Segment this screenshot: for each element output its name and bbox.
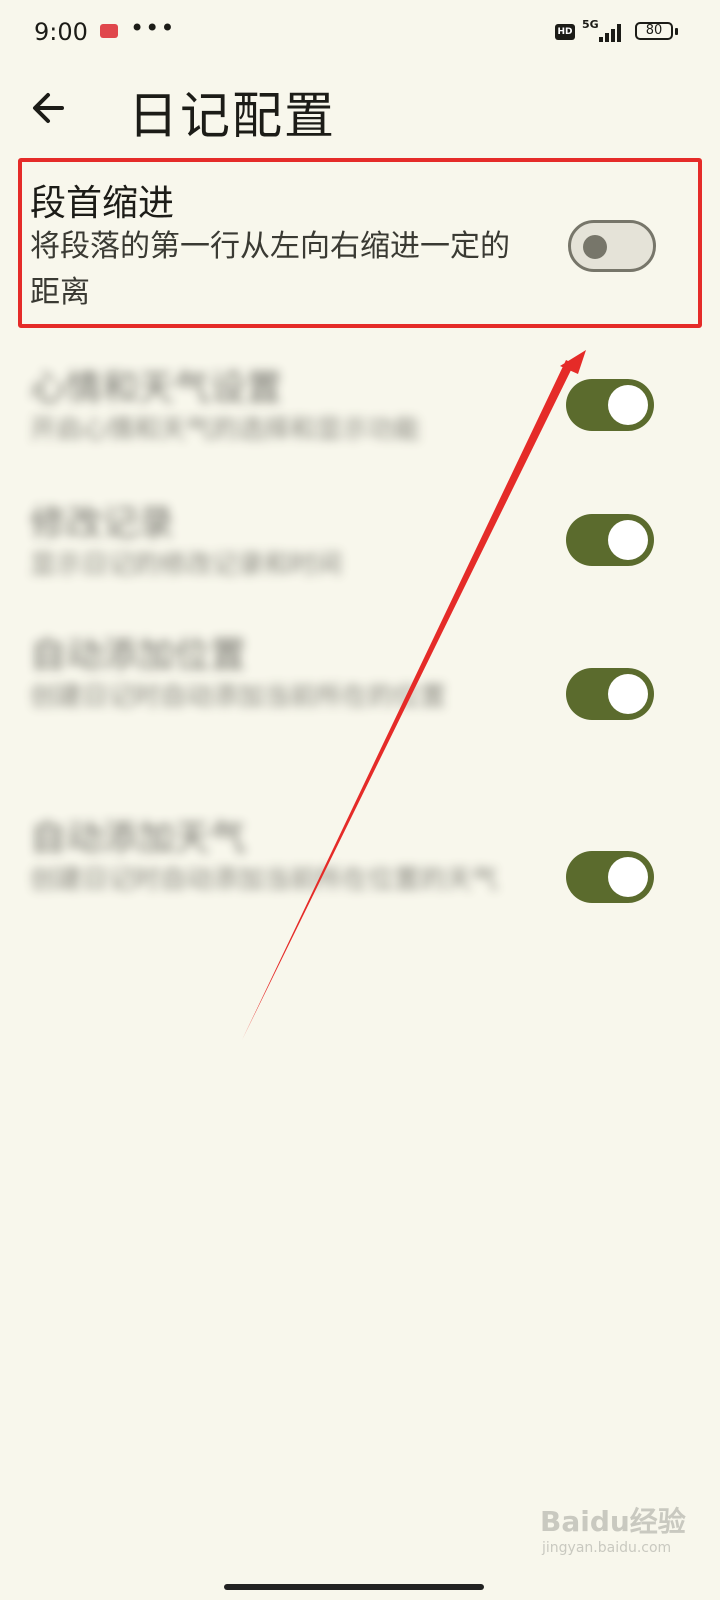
edit-history-toggle[interactable] xyxy=(566,514,654,566)
home-indicator[interactable] xyxy=(224,1584,484,1590)
status-time: 9:00 xyxy=(34,18,88,46)
setting-row-mood-weather[interactable]: 心情和天气设置 开启心情和天气的选择和显示功能 xyxy=(0,355,720,465)
setting-description: 创建日记时自动添加当前所在位置的天气 xyxy=(30,865,499,895)
indent-toggle[interactable] xyxy=(568,220,656,272)
setting-title: 自动添加天气 xyxy=(30,818,247,859)
watermark-url: jingyan.baidu.com xyxy=(542,1540,672,1556)
page-title: 日记配置 xyxy=(128,87,336,145)
toggle-knob xyxy=(608,674,648,714)
auto-weather-toggle[interactable] xyxy=(566,851,654,903)
setting-title: 心情和天气设置 xyxy=(30,368,283,409)
hd-icon: HD xyxy=(555,24,575,40)
toggle-knob xyxy=(583,235,607,259)
setting-row-auto-weather[interactable]: 自动添加天气 创建日记时自动添加当前所在位置的天气 xyxy=(0,805,720,965)
setting-description: 显示日记的修改记录和时间 xyxy=(30,550,343,580)
arrow-left-icon xyxy=(33,93,64,123)
signal-icon xyxy=(599,22,625,42)
toggle-knob xyxy=(608,857,648,897)
setting-row-indent[interactable]: 段首缩进 将段落的第一行从左向右缩进一定的距离 xyxy=(0,166,720,326)
auto-location-toggle[interactable] xyxy=(566,668,654,720)
setting-row-auto-location[interactable]: 自动添加位置 创建日记时自动添加当前所在的位置 xyxy=(0,622,720,782)
setting-row-edit-history[interactable]: 修改记录 显示日记的修改记录和时间 xyxy=(0,490,720,600)
battery-icon: 80 xyxy=(635,22,673,40)
battery-tip xyxy=(675,28,678,35)
toggle-knob xyxy=(608,385,648,425)
network-type: 5G xyxy=(582,18,599,31)
setting-description: 创建日记时自动添加当前所在的位置 xyxy=(30,682,447,712)
more-notifications-icon: ••• xyxy=(130,14,176,42)
mood-weather-toggle[interactable] xyxy=(566,379,654,431)
back-button[interactable] xyxy=(28,86,72,130)
status-bar: 9:00 ••• HD 5G 80 xyxy=(0,0,720,66)
watermark-logo: Baidu经验 xyxy=(540,1505,686,1538)
setting-description: 将段落的第一行从左向右缩进一定的距离 xyxy=(30,229,510,310)
app-notification-icon xyxy=(100,24,118,38)
setting-title: 自动添加位置 xyxy=(30,635,247,676)
setting-description: 开启心情和天气的选择和显示功能 xyxy=(30,415,421,445)
setting-title: 段首缩进 xyxy=(30,183,175,224)
watermark: Baidu经验 jingyan.baidu.com xyxy=(540,1500,710,1560)
toggle-knob xyxy=(608,520,648,560)
setting-title: 修改记录 xyxy=(30,503,175,544)
